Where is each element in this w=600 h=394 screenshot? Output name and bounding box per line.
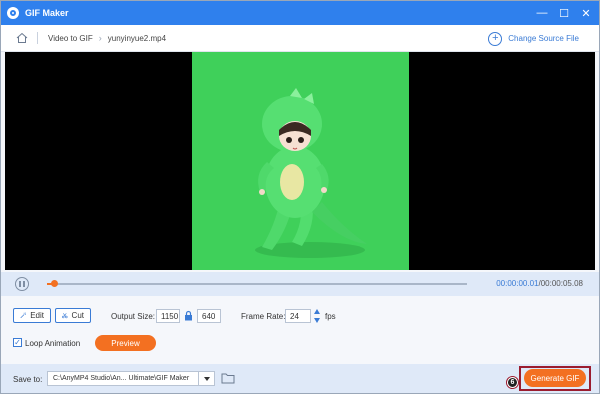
chevron-right-icon: › [98,33,102,43]
folder-icon[interactable] [221,372,235,385]
frame-rate-input[interactable]: 24 [285,309,311,323]
change-source-file-button[interactable]: + Change Source File [488,29,579,48]
preview-button[interactable]: Preview [95,335,156,351]
dinosaur-costume-character [255,88,367,258]
output-height-input[interactable]: 640 [197,309,221,323]
maximize-button[interactable]: ☐ [553,1,575,25]
breadcrumb: Video to GIF › yunyinyue2.mp4 + Change S… [1,25,599,52]
breadcrumb-file-name: yunyinyue2.mp4 [107,33,167,43]
save-path-value: C:\AnyMP4 Studio\An... Ultimate\GIF Make… [53,375,190,382]
lock-icon[interactable] [184,310,194,322]
progress-handle[interactable] [51,280,58,287]
frame-rate-label: Frame Rate: [241,312,286,321]
title-bar: GIF Maker — ☐ ✕ [1,1,599,25]
progress-slider[interactable] [47,280,467,287]
pause-button[interactable] [15,277,29,291]
breadcrumb-divider [37,32,38,44]
current-time: 00:00:00.01 [496,279,539,288]
output-size-label: Output Size: [111,312,156,321]
step-number-badge: 6 [507,377,518,388]
home-icon[interactable] [15,31,29,45]
gif-maker-window: GIF Maker — ☐ ✕ Video to GIF › yunyinyue… [0,0,600,394]
app-logo-icon [7,7,19,19]
minimize-button[interactable]: — [531,1,553,25]
save-path-select[interactable]: C:\AnyMP4 Studio\An... Ultimate\GIF Make… [47,371,215,386]
video-preview [5,52,595,270]
window-title: GIF Maker [25,8,69,18]
loop-animation-label: Loop Animation [25,339,81,348]
magic-wand-icon [20,312,27,319]
frame-rate-unit: fps [325,312,336,321]
time-display: 00:00:00.01/00:00:05.08 [496,279,583,288]
loop-animation-checkbox[interactable]: ✓ [13,338,22,347]
total-time: 00:00:05.08 [540,279,583,288]
output-width-input[interactable]: 1150 [156,309,180,323]
frame-rate-stepper[interactable] [313,309,321,323]
generate-gif-button[interactable]: Generate GIF [524,369,586,387]
save-bar: Save to: C:\AnyMP4 Studio\An... Ultimate… [1,364,599,393]
breadcrumb-video-to-gif[interactable]: Video to GIF [48,34,93,43]
edit-button[interactable]: Edit [13,308,51,323]
playback-bar: 00:00:00.01/00:00:05.08 [1,272,599,296]
scissors-icon [62,313,68,319]
chevron-down-icon[interactable] [314,318,320,323]
chevron-down-icon[interactable] [198,372,214,385]
video-frame [192,52,409,270]
gif-settings-panel: Edit Cut Output Size: 1150 640 Frame Rat… [1,296,599,364]
plus-circle-icon: + [488,31,503,46]
close-button[interactable]: ✕ [575,1,597,25]
save-to-label: Save to: [13,375,43,384]
pause-icon [19,281,21,287]
cut-button[interactable]: Cut [55,308,91,323]
change-source-file-label: Change Source File [508,34,579,43]
chevron-up-icon[interactable] [314,309,320,314]
